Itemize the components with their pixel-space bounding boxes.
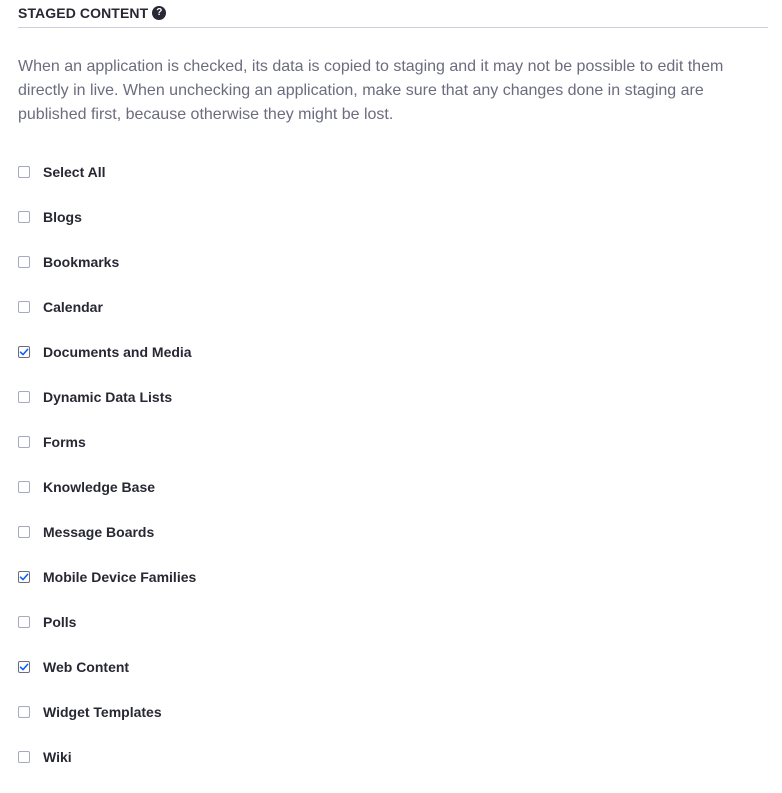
app-item-forms[interactable]: Forms [18,419,768,464]
app-item-blogs[interactable]: Blogs [18,194,768,239]
checkmark-icon [19,348,29,355]
mobile-device-families-label[interactable]: Mobile Device Families [43,569,196,585]
select-all-checkbox[interactable] [18,165,30,178]
widget-templates-checkbox[interactable] [18,705,30,718]
knowledge-base-checkbox[interactable] [18,480,30,493]
app-item-wiki[interactable]: Wiki [18,734,768,779]
checkmark-icon [19,663,29,670]
blogs-checkbox[interactable] [18,210,30,223]
mobile-device-families-checkbox[interactable] [18,570,30,583]
web-content-checkbox[interactable] [18,660,30,673]
documents-and-media-checkbox[interactable] [18,345,30,358]
select-all-label[interactable]: Select All [43,164,106,180]
app-item-message-boards[interactable]: Message Boards [18,509,768,554]
calendar-label[interactable]: Calendar [43,299,103,315]
message-boards-checkbox[interactable] [18,525,30,538]
app-item-polls[interactable]: Polls [18,599,768,644]
application-checkbox-list: Select All Blogs Bookmarks Calendar Document… [18,149,768,779]
bookmarks-checkbox[interactable] [18,255,30,268]
app-item-dynamic-data-lists[interactable]: Dynamic Data Lists [18,374,768,419]
dynamic-data-lists-label[interactable]: Dynamic Data Lists [43,389,172,405]
app-item-mobile-device-families[interactable]: Mobile Device Families [18,554,768,599]
app-item-widget-templates[interactable]: Widget Templates [18,689,768,734]
section-header: STAGED CONTENT ? [18,0,768,28]
app-item-web-content[interactable]: Web Content [18,644,768,689]
blogs-label[interactable]: Blogs [43,209,82,225]
forms-checkbox[interactable] [18,435,30,448]
dynamic-data-lists-checkbox[interactable] [18,390,30,403]
checkmark-icon [19,573,29,580]
app-item-documents-and-media[interactable]: Documents and Media [18,329,768,374]
section-title: STAGED CONTENT [18,4,149,21]
polls-label[interactable]: Polls [43,614,76,630]
documents-and-media-label[interactable]: Documents and Media [43,344,192,360]
app-item-calendar[interactable]: Calendar [18,284,768,329]
web-content-label[interactable]: Web Content [43,659,129,675]
knowledge-base-label[interactable]: Knowledge Base [43,479,155,495]
app-item-select-all[interactable]: Select All [18,149,768,194]
app-item-bookmarks[interactable]: Bookmarks [18,239,768,284]
forms-label[interactable]: Forms [43,434,86,450]
wiki-label[interactable]: Wiki [43,749,72,765]
polls-checkbox[interactable] [18,615,30,628]
calendar-checkbox[interactable] [18,300,30,313]
wiki-checkbox[interactable] [18,750,30,763]
message-boards-label[interactable]: Message Boards [43,524,154,540]
staged-content-panel: STAGED CONTENT ? When an application is … [0,0,782,779]
staging-description: When an application is checked, its data… [18,58,724,123]
help-icon[interactable]: ? [152,5,167,20]
widget-templates-label[interactable]: Widget Templates [43,704,162,720]
app-item-knowledge-base[interactable]: Knowledge Base [18,464,768,509]
bookmarks-label[interactable]: Bookmarks [43,254,119,270]
